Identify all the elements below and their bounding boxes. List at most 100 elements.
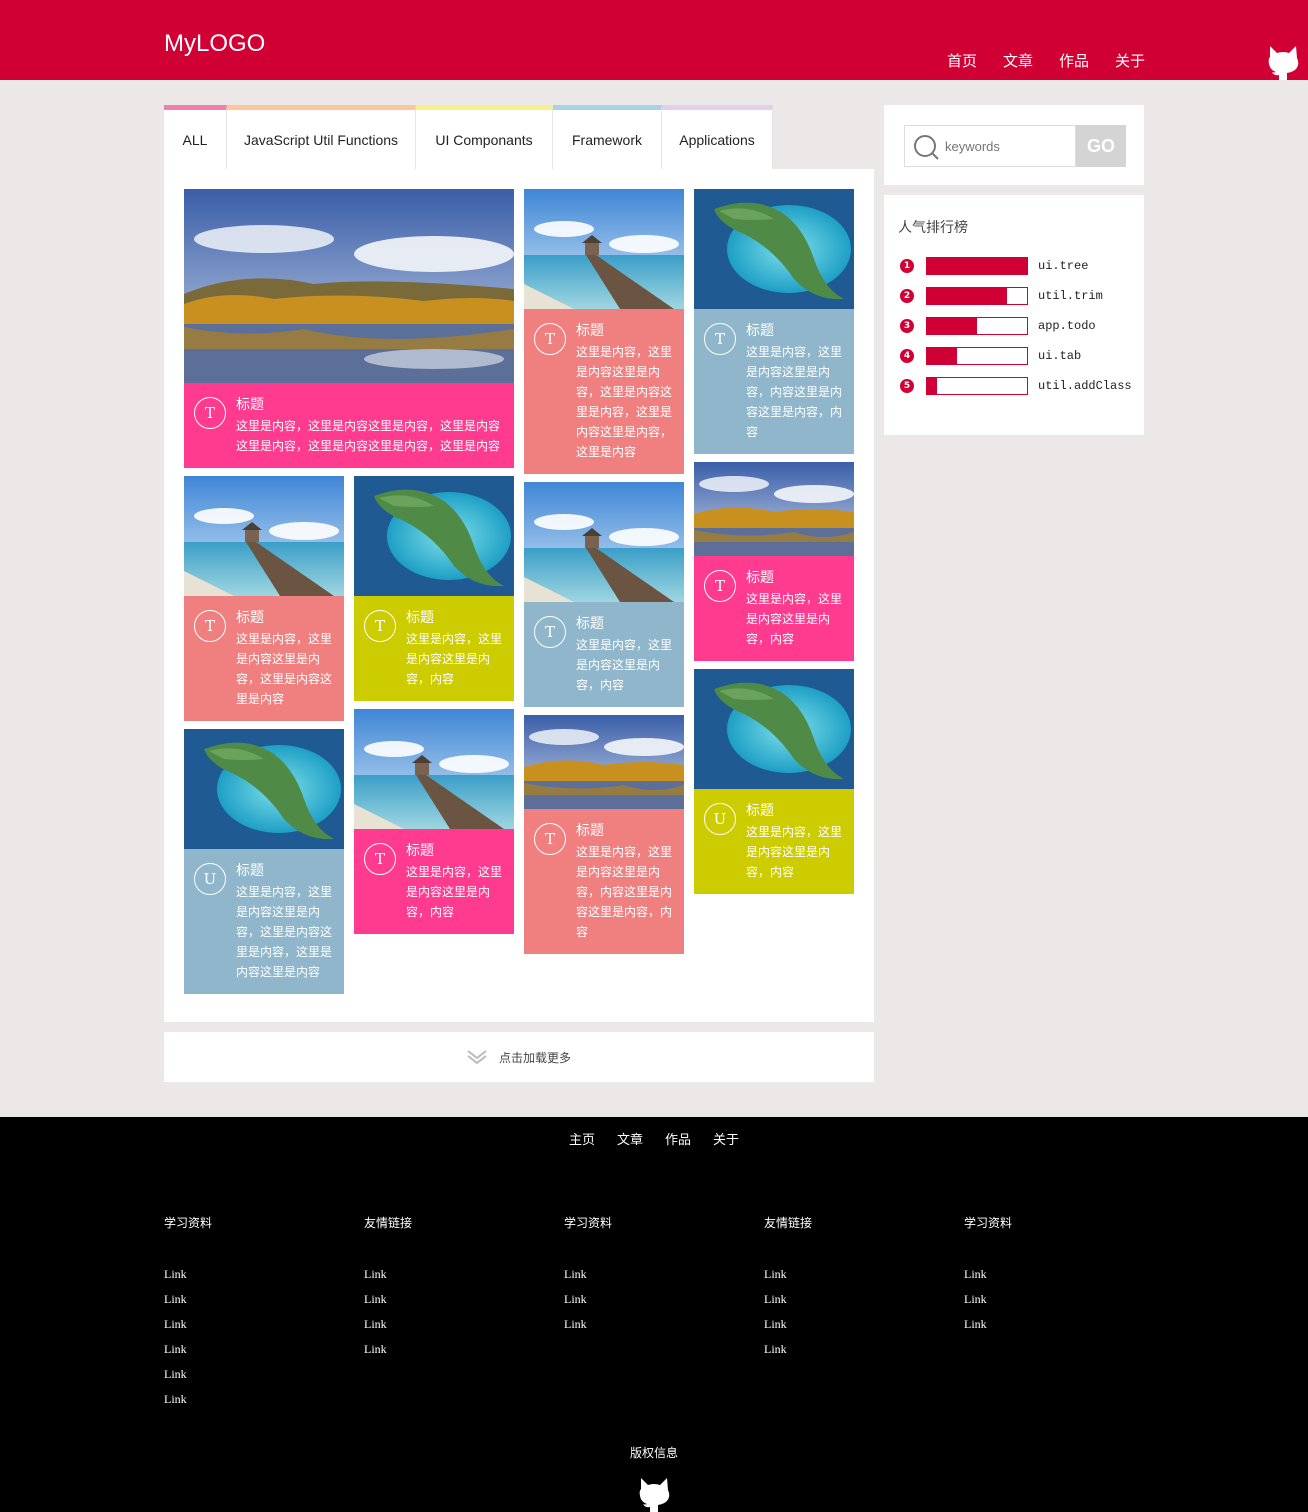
site-logo[interactable]: MyLOGO (164, 30, 265, 58)
content-card[interactable]: U 标题 这里是内容，这里是内容这里是内容，内容 (694, 669, 854, 894)
card-avatar: T (534, 616, 566, 648)
card-title: 标题 (576, 323, 604, 339)
card-text: 这里是内容，这里是内容这里是内容，这里是内容这里是内容，这里是内容这里是内容，这… (576, 345, 673, 459)
footer-link[interactable]: Link (164, 1267, 187, 1281)
content-card[interactable]: T 标题 这里是内容，这里是内容这里是内容，内容这里是内容这里是内容，内容 (694, 189, 854, 454)
tab-label: Framework (571, 131, 642, 148)
card-title: 标题 (746, 803, 774, 819)
card-body: T 标题 这里是内容，这里是内容这里是内容，内容 (524, 602, 684, 707)
card-avatar: U (194, 863, 226, 895)
nav-item-home[interactable]: 首页 (934, 50, 990, 71)
footer-column-title: 友情链接 (364, 1216, 413, 1230)
footer-link[interactable]: Link (564, 1267, 587, 1281)
tab-javascript-util-functions[interactable]: JavaScript Util Functions (227, 105, 416, 169)
footer-link[interactable]: Link (964, 1292, 987, 1306)
tab-label: JavaScript Util Functions (243, 131, 399, 148)
card-body: T 标题 这里是内容，这里是内容这里是内容，内容这里是内容这里是内容，内容 (694, 309, 854, 454)
footer-nav-home[interactable]: 主页 (569, 1129, 595, 1148)
card-title: 标题 (236, 610, 264, 626)
footer-link[interactable]: Link (164, 1392, 187, 1406)
footer-link-list: Link Link Link Link (764, 1267, 944, 1367)
footer-link[interactable]: Link (964, 1317, 987, 1331)
github-cat-icon[interactable] (1266, 44, 1300, 80)
footer-link[interactable]: Link (964, 1267, 987, 1281)
card-avatar: U (704, 803, 736, 835)
ranking-item[interactable]: 3 app.todo (900, 316, 1096, 336)
ranking-title: 人气排行榜 (898, 220, 968, 236)
footer-link[interactable]: Link (364, 1292, 387, 1306)
content-card[interactable]: T 标题 这里是内容，这里是内容这里是内容，内容这里是内容这里是内容，内容 (524, 715, 684, 954)
footer-nav-articles[interactable]: 文章 (617, 1129, 643, 1148)
card-avatar: T (534, 823, 566, 855)
rank-name: ui.tree (1038, 259, 1089, 273)
pier-image (184, 476, 344, 596)
nav-item-about[interactable]: 关于 (1102, 50, 1158, 71)
lake-image (694, 462, 854, 556)
footer-column-title: 学习资料 (964, 1216, 1013, 1230)
card-text: 这里是内容，这里是内容这里是内容，内容 (746, 825, 843, 879)
ranking-item[interactable]: 2 util.trim (900, 286, 1103, 306)
tab-applications[interactable]: Applications (662, 105, 773, 169)
footer-link[interactable]: Link (164, 1367, 187, 1381)
double-chevron-down-icon (467, 1050, 487, 1065)
footer-link[interactable]: Link (564, 1317, 587, 1331)
search-input[interactable] (945, 134, 1071, 158)
card-text: 这里是内容，这里是内容这里是内容，内容 (406, 632, 503, 686)
footer-link[interactable]: Link (764, 1317, 787, 1331)
card-avatar: T (364, 843, 396, 875)
island-image (694, 669, 854, 789)
pier-image (354, 709, 514, 829)
card-title: 标题 (406, 843, 434, 859)
rank-bar-fill (927, 378, 937, 394)
search-field (904, 125, 1076, 167)
rank-bar (926, 347, 1028, 365)
footer-link[interactable]: Link (164, 1342, 187, 1356)
footer-link[interactable]: Link (764, 1292, 787, 1306)
card-avatar: T (534, 323, 566, 355)
footer-link[interactable]: Link (764, 1267, 787, 1281)
content-card[interactable]: T 标题 这里是内容，这里是内容这里是内容，内容 (694, 462, 854, 661)
nav-item-articles[interactable]: 文章 (990, 50, 1046, 71)
nav-item-works[interactable]: 作品 (1046, 50, 1102, 71)
content-card[interactable]: T 标题 这里是内容，这里是内容这里是内容，这里是内容这里是内容，这里是内容这里… (524, 189, 684, 474)
content-card[interactable]: T 标题 这里是内容，这里是内容这里是内容，内容 (354, 476, 514, 701)
rank-bar (926, 287, 1028, 305)
content-card[interactable]: T 标题 这里是内容，这里是内容这里是内容，这里是内容这里是内容 (184, 476, 344, 721)
tab-framework[interactable]: Framework (553, 105, 662, 169)
card-body: T 标题 这里是内容，这里是内容这里是内容，内容 (354, 829, 514, 934)
load-more-button[interactable]: 点击加载更多 (164, 1032, 874, 1082)
card-body: U 标题 这里是内容，这里是内容这里是内容，这里是内容这里是内容，这里是内容这里… (184, 849, 344, 994)
footer-link[interactable]: Link (164, 1292, 187, 1306)
popularity-ranking: 人气排行榜 1 ui.tree 2 util.trim 3 app.todo 4… (884, 195, 1144, 435)
content-card[interactable]: U 标题 这里是内容，这里是内容这里是内容，这里是内容这里是内容，这里是内容这里… (184, 729, 344, 994)
footer-nav-about[interactable]: 关于 (713, 1129, 739, 1148)
footer-nav-works[interactable]: 作品 (665, 1129, 691, 1148)
github-cat-icon[interactable] (637, 1476, 671, 1512)
footer-link-list: Link Link Link Link (364, 1267, 544, 1367)
ranking-item[interactable]: 5 util.addClass (900, 376, 1132, 396)
ranking-item[interactable]: 4 ui.tab (900, 346, 1081, 366)
search-go-button[interactable]: GO (1076, 125, 1126, 167)
pier-image (524, 189, 684, 309)
card-title: 标题 (236, 397, 264, 413)
footer-link[interactable]: Link (364, 1342, 387, 1356)
card-avatar: T (364, 610, 396, 642)
footer-link[interactable]: Link (764, 1342, 787, 1356)
footer-link[interactable]: Link (364, 1317, 387, 1331)
content-card[interactable]: T 标题 这里是内容，这里是内容这里是内容，这里是内容这里是内容，这里是内容这里… (184, 189, 514, 468)
content-card[interactable]: T 标题 这里是内容，这里是内容这里是内容，内容 (354, 709, 514, 934)
content-card[interactable]: T 标题 这里是内容，这里是内容这里是内容，内容 (524, 482, 684, 707)
ranking-item[interactable]: 1 ui.tree (900, 256, 1088, 276)
rank-name: util.addClass (1038, 379, 1132, 393)
search-icon (914, 135, 939, 160)
card-title: 标题 (746, 570, 774, 586)
footer-column: 学习资料 Link Link Link Link Link Link (164, 1214, 344, 1417)
site-header: MyLOGO 首页 文章 作品 关于 (0, 0, 1308, 80)
tab-ui-componants[interactable]: UI Componants (416, 105, 553, 169)
rank-number: 5 (900, 379, 914, 393)
tab-all[interactable]: ALL (164, 105, 227, 169)
tab-label: UI Componants (435, 131, 533, 148)
footer-link[interactable]: Link (364, 1267, 387, 1281)
footer-link[interactable]: Link (164, 1317, 187, 1331)
footer-link[interactable]: Link (564, 1292, 587, 1306)
